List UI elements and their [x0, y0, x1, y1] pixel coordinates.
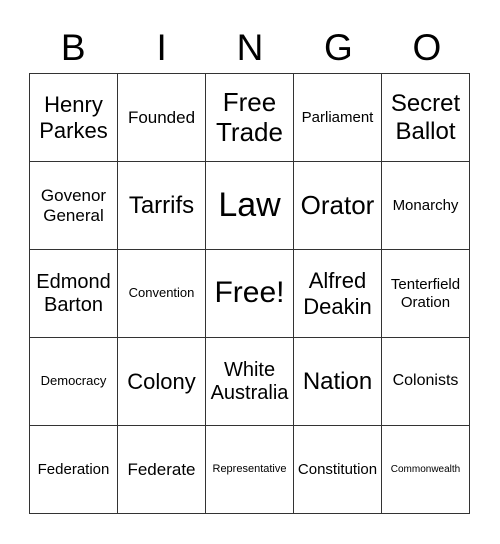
header-letter-i: I [156, 27, 167, 68]
bingo-cell[interactable]: Representative [206, 426, 294, 514]
bingo-cell[interactable]: Colonists [382, 338, 470, 426]
bingo-cell[interactable]: Commonwealth [382, 426, 470, 514]
bingo-cell[interactable]: Convention [118, 250, 206, 338]
bingo-cell[interactable]: Nation [294, 338, 382, 426]
bingo-cell[interactable]: Parliament [294, 74, 382, 162]
bingo-cell[interactable]: Orator [294, 162, 382, 250]
bingo-grid: Henry Parkes Founded Free Trade Parliame… [29, 73, 470, 514]
bingo-cell[interactable]: Govenor General [30, 162, 118, 250]
bingo-cell[interactable]: Free Trade [206, 74, 294, 162]
bingo-cell[interactable]: Tenterfield Oration [382, 250, 470, 338]
bingo-header: B I N G O [29, 24, 471, 72]
header-letter-o: O [412, 27, 442, 68]
header-letter-n: N [236, 27, 264, 68]
bingo-cell[interactable]: Law [206, 162, 294, 250]
bingo-cell[interactable]: Secret Ballot [382, 74, 470, 162]
bingo-cell[interactable]: Monarchy [382, 162, 470, 250]
bingo-cell[interactable]: Tarrifs [118, 162, 206, 250]
bingo-cell[interactable]: Constitution [294, 426, 382, 514]
bingo-cell[interactable]: Alfred Deakin [294, 250, 382, 338]
bingo-cell[interactable]: Democracy [30, 338, 118, 426]
bingo-cell[interactable]: Colony [118, 338, 206, 426]
bingo-cell[interactable]: Federate [118, 426, 206, 514]
bingo-cell[interactable]: White Australia [206, 338, 294, 426]
bingo-cell[interactable]: Henry Parkes [30, 74, 118, 162]
bingo-cell[interactable]: Federation [30, 426, 118, 514]
bingo-cell[interactable]: Edmond Barton [30, 250, 118, 338]
header-letter-g: G [324, 27, 353, 68]
header-letter-b: B [60, 27, 86, 68]
bingo-cell[interactable]: Founded [118, 74, 206, 162]
free-space-cell[interactable]: Free! [206, 250, 294, 338]
